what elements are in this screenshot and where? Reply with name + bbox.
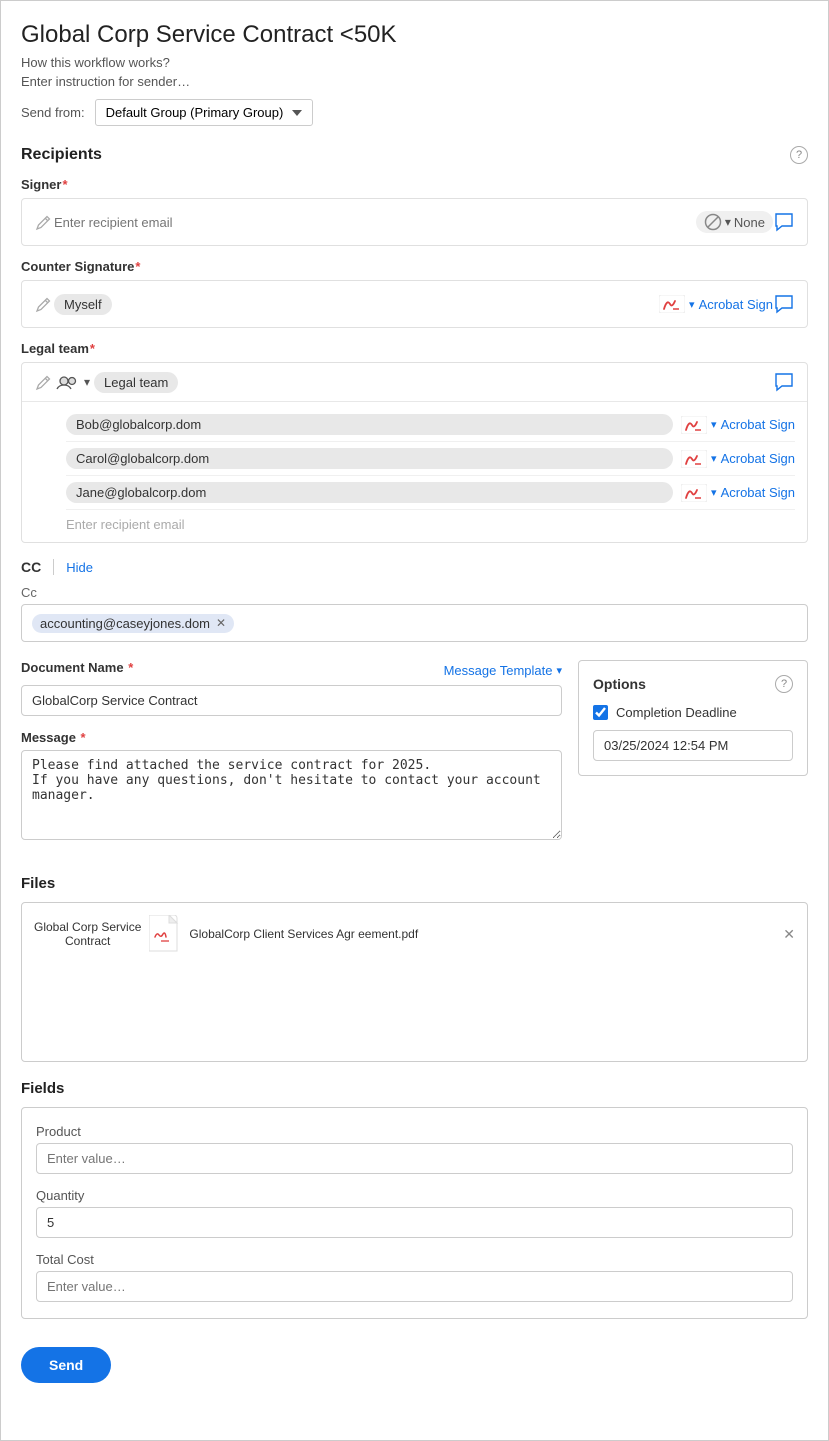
legal-member-row: Carol@globalcorp.dom ▾ Acrobat Sign (66, 442, 795, 476)
signer-email-input[interactable] (54, 215, 696, 230)
field-group-quantity: Quantity (36, 1188, 793, 1238)
file-row: Global Corp Service Contract GlobalCorp … (34, 915, 795, 953)
options-header: Options ? (593, 675, 793, 693)
completion-deadline-label: Completion Deadline (616, 705, 737, 720)
file-label-group: Global Corp Service Contract (34, 920, 141, 948)
field-input-product[interactable] (36, 1143, 793, 1174)
acrobat-sign-icon-jane (681, 484, 707, 502)
field-label-product: Product (36, 1124, 793, 1139)
acrobat-sign-icon-bob (681, 416, 707, 434)
field-label-totalcost: Total Cost (36, 1252, 793, 1267)
none-chevron: ▾ (725, 215, 731, 229)
legal-member-row: Bob@globalcorp.dom ▾ Acrobat Sign (66, 408, 795, 442)
pen-icon-legalteam (34, 372, 54, 392)
bob-method-label: Acrobat Sign (721, 417, 795, 432)
acrobat-sign-icon-carol (681, 450, 707, 468)
carol-sign-method[interactable]: ▾ Acrobat Sign (681, 450, 795, 468)
page-title: Global Corp Service Contract <50K (21, 21, 808, 49)
cc-row: CC Hide (21, 559, 808, 575)
files-section-title: Files (21, 875, 808, 892)
completion-deadline-checkbox[interactable] (593, 705, 608, 720)
doc-name-header-row: Document Name * Message Template ▾ (21, 660, 562, 680)
field-input-totalcost[interactable] (36, 1271, 793, 1302)
field-group-product: Product (36, 1124, 793, 1174)
legal-team-pill: Legal team (94, 372, 178, 393)
chat-icon-signer[interactable] (773, 211, 795, 233)
send-button[interactable]: Send (21, 1347, 111, 1383)
doc-name-label: Document Name * (21, 660, 133, 675)
signer-row: ▾ None (22, 199, 807, 245)
main-col: Document Name * Message Template ▾ Messa… (21, 660, 562, 857)
file-label1: Global Corp Service (34, 920, 141, 934)
signer-row-container: ▾ None (21, 198, 808, 246)
member-email-jane: Jane@globalcorp.dom (66, 482, 673, 503)
workflow-hint2: Enter instruction for sender… (21, 74, 808, 89)
doc-name-input[interactable] (21, 685, 562, 716)
member-email-carol: Carol@globalcorp.dom (66, 448, 673, 469)
cc-chip: accounting@caseyjones.dom ✕ (32, 614, 234, 633)
acrobat-sign-icon-countersig (659, 295, 685, 313)
pen-icon-countersig (34, 294, 54, 314)
chat-icon-legalteam[interactable] (773, 371, 795, 393)
cc-chip-remove[interactable]: ✕ (216, 616, 226, 630)
recipients-title: Recipients (21, 146, 102, 164)
file-label2: Contract (65, 934, 110, 948)
group-icon (54, 373, 80, 391)
legal-team-header: ▾ Legal team (22, 363, 807, 402)
message-textarea[interactable]: Please find attached the service contrac… (21, 750, 562, 840)
no-sign-icon (704, 213, 722, 231)
message-label: Message * (21, 730, 562, 745)
legal-team-group-row[interactable]: ▾ Legal team (54, 372, 773, 393)
legal-member-row: Jane@globalcorp.dom ▾ Acrobat Sign (66, 476, 795, 510)
workflow-hint1[interactable]: How this workflow works? (21, 55, 808, 70)
jane-sign-method[interactable]: ▾ Acrobat Sign (681, 484, 795, 502)
file-remove-button[interactable]: ✕ (783, 926, 795, 943)
field-label-quantity: Quantity (36, 1188, 793, 1203)
jane-method-label: Acrobat Sign (721, 485, 795, 500)
legal-team-container: ▾ Legal team Bob@globalcorp.dom ▾ Acroba (21, 362, 808, 543)
carol-method-label: Acrobat Sign (721, 451, 795, 466)
counter-sig-label: Counter Signature* (21, 259, 140, 274)
cc-input-area[interactable]: accounting@caseyjones.dom ✕ (21, 604, 808, 642)
none-label: None (734, 215, 765, 230)
cc-label: CC (21, 559, 41, 575)
files-box: Global Corp Service Contract GlobalCorp … (21, 902, 808, 1062)
cc-field-label: Cc (21, 585, 808, 600)
cc-hide-link[interactable]: Hide (66, 560, 93, 575)
send-from-select[interactable]: Default Group (Primary Group) (95, 99, 313, 126)
counter-sig-row: Myself ▾ Acrobat Sign (22, 281, 807, 327)
member-email-bob: Bob@globalcorp.dom (66, 414, 673, 435)
options-title: Options (593, 676, 646, 692)
options-help-icon[interactable]: ? (775, 675, 793, 693)
myself-pill: Myself (54, 294, 112, 315)
fields-box: Product Quantity Total Cost (21, 1107, 808, 1319)
completion-deadline-row: Completion Deadline (593, 705, 793, 720)
counter-sig-container: Myself ▾ Acrobat Sign (21, 280, 808, 328)
bob-sign-method[interactable]: ▾ Acrobat Sign (681, 416, 795, 434)
file-filename: GlobalCorp Client Services Agr eement.pd… (189, 927, 775, 941)
deadline-input[interactable] (593, 730, 793, 761)
counter-sig-sign-method[interactable]: ▾ Acrobat Sign (659, 295, 773, 313)
pen-icon (34, 212, 54, 232)
signer-label: Signer* (21, 177, 68, 192)
doc-options-layout: Document Name * Message Template ▾ Messa… (21, 660, 808, 857)
counter-sig-method-label: Acrobat Sign (699, 297, 773, 312)
pdf-icon (149, 915, 181, 953)
options-box: Options ? Completion Deadline (578, 660, 808, 776)
options-col: Options ? Completion Deadline (578, 660, 808, 776)
none-badge[interactable]: ▾ None (696, 211, 773, 233)
send-from-label: Send from: (21, 105, 85, 120)
field-group-totalcost: Total Cost (36, 1252, 793, 1302)
message-template-link[interactable]: Message Template ▾ (444, 663, 562, 678)
legal-team-label: Legal team* (21, 341, 95, 356)
legal-members-list: Bob@globalcorp.dom ▾ Acrobat Sign Carol@… (22, 402, 807, 542)
legal-team-enter-email[interactable]: Enter recipient email (66, 510, 795, 538)
cc-chip-email: accounting@caseyjones.dom (40, 616, 210, 631)
recipients-help-icon[interactable]: ? (790, 146, 808, 164)
field-input-quantity[interactable] (36, 1207, 793, 1238)
chat-icon-countersig[interactable] (773, 293, 795, 315)
fields-section-title: Fields (21, 1080, 808, 1097)
cc-divider (53, 559, 54, 575)
